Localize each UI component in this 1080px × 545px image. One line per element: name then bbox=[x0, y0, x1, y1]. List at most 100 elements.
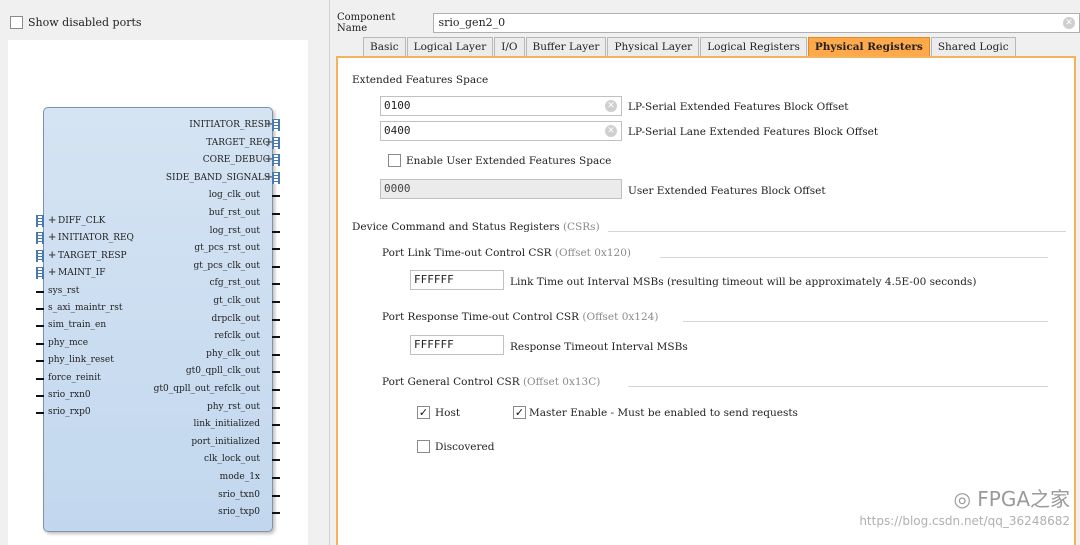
bus-port-connector[interactable] bbox=[36, 249, 44, 262]
physical-registers-panel: Extended Features Space 0100 ✕ LP-Serial… bbox=[336, 56, 1076, 545]
port-connector[interactable] bbox=[272, 318, 280, 321]
bus-port-connector[interactable] bbox=[36, 267, 44, 280]
plus-icon[interactable]: + bbox=[48, 215, 56, 226]
port-connector[interactable] bbox=[36, 377, 44, 380]
port-connector[interactable] bbox=[36, 360, 44, 363]
resp-timeout-input[interactable]: FFFFFF bbox=[410, 335, 504, 355]
clear-icon[interactable]: ✕ bbox=[605, 125, 617, 137]
port-connector[interactable] bbox=[272, 248, 280, 251]
show-disabled-ports-option[interactable]: Show disabled ports bbox=[10, 16, 142, 29]
port-connector[interactable] bbox=[272, 265, 280, 268]
divider bbox=[660, 257, 1048, 258]
link-timeout-input[interactable]: FFFFFF bbox=[410, 270, 504, 290]
port-label: drpclk_out bbox=[211, 313, 260, 324]
show-disabled-ports-label: Show disabled ports bbox=[28, 16, 142, 29]
port-label: gt_pcs_clk_out bbox=[193, 260, 260, 271]
port-connector[interactable] bbox=[272, 389, 280, 391]
port-connector[interactable] bbox=[272, 512, 280, 515]
check-icon: ✓ bbox=[514, 406, 525, 419]
resp-timeout-label: Response Timeout Interval MSBs bbox=[510, 341, 688, 353]
tab-logical-registers[interactable]: Logical Registers bbox=[700, 37, 807, 56]
port-label: log_clk_out bbox=[208, 190, 260, 201]
port-connector[interactable] bbox=[272, 371, 280, 374]
port-connector[interactable] bbox=[272, 213, 280, 215]
port-connector[interactable] bbox=[272, 424, 280, 427]
component-name-value: srio_gen2_0 bbox=[438, 16, 506, 29]
port-connector[interactable] bbox=[272, 459, 280, 462]
port-connector[interactable] bbox=[272, 353, 280, 356]
port-connector[interactable] bbox=[272, 195, 280, 198]
host-checkbox[interactable]: ✓ bbox=[417, 406, 430, 419]
port-connector[interactable] bbox=[272, 336, 280, 339]
port-connector[interactable] bbox=[272, 406, 280, 409]
port-connector[interactable] bbox=[36, 342, 44, 345]
port-label: INITIATOR_REQ bbox=[58, 233, 134, 244]
port-connector[interactable] bbox=[272, 283, 280, 286]
host-label: Host bbox=[435, 406, 461, 419]
port-connector[interactable] bbox=[36, 395, 44, 397]
user-ext-offset-input[interactable]: 0000 bbox=[380, 179, 622, 199]
tab-logical-layer[interactable]: Logical Layer bbox=[406, 37, 494, 56]
tab-bar: Basic Logical Layer I/O Buffer Layer Phy… bbox=[363, 37, 1016, 56]
tab-buffer-layer[interactable]: Buffer Layer bbox=[525, 37, 607, 56]
port-connector[interactable] bbox=[272, 441, 280, 444]
port-label: link_initialized bbox=[193, 419, 260, 430]
port-label: srio_rxn0 bbox=[48, 390, 91, 400]
bus-port-connector[interactable] bbox=[36, 232, 44, 245]
lp-serial-offset-label: LP-Serial Extended Features Block Offset bbox=[628, 101, 849, 113]
port-connector[interactable] bbox=[36, 325, 44, 328]
enable-user-ext-checkbox[interactable] bbox=[388, 154, 401, 167]
clear-icon[interactable]: ✕ bbox=[605, 100, 617, 112]
master-enable-checkbox[interactable]: ✓ bbox=[513, 406, 526, 419]
plus-icon[interactable]: + bbox=[48, 232, 56, 243]
lp-lane-offset-value: 0400 bbox=[384, 124, 411, 137]
port-label: INITIATOR_RESP bbox=[189, 120, 270, 130]
port-label: port_initialized bbox=[191, 436, 260, 447]
plus-icon[interactable]: + bbox=[48, 267, 56, 278]
divider bbox=[608, 231, 1066, 232]
tab-io[interactable]: I/O bbox=[494, 37, 525, 56]
discovered-checkbox[interactable] bbox=[417, 440, 430, 453]
lp-serial-offset-input[interactable]: 0100 ✕ bbox=[380, 96, 622, 116]
host-option[interactable]: ✓ Host bbox=[417, 406, 460, 419]
port-label: TARGET_REQ bbox=[206, 137, 270, 148]
port-label: gt_pcs_rst_out bbox=[194, 243, 260, 254]
bus-port-connector[interactable] bbox=[272, 136, 280, 149]
port-label: force_reinit bbox=[48, 372, 101, 383]
bus-port-connector[interactable] bbox=[36, 215, 44, 227]
bus-port-connector[interactable] bbox=[272, 154, 280, 167]
bus-port-connector[interactable] bbox=[272, 119, 280, 131]
port-connector[interactable] bbox=[272, 230, 280, 233]
port-connector[interactable] bbox=[272, 494, 280, 497]
component-name-label: Component Name bbox=[337, 12, 396, 34]
tab-physical-layer[interactable]: Physical Layer bbox=[607, 37, 700, 56]
tab-physical-registers[interactable]: Physical Registers bbox=[807, 37, 930, 56]
resp-timeout-title: Port Response Time-out Control CSR (Offs… bbox=[382, 311, 658, 323]
ip-block-symbol[interactable]: INITIATOR_RESP + TARGET_REQ + CORE_DEBUG + SID… bbox=[36, 107, 280, 532]
plus-icon[interactable]: + bbox=[48, 250, 56, 261]
bus-port-connector[interactable] bbox=[272, 171, 280, 184]
show-disabled-ports-checkbox[interactable] bbox=[10, 16, 23, 29]
port-connector[interactable] bbox=[272, 477, 280, 479]
watermark-logo-text: FPGA之家 bbox=[977, 487, 1070, 511]
port-connector[interactable] bbox=[36, 412, 44, 415]
port-label: phy_rst_out bbox=[206, 401, 260, 412]
port-connector[interactable] bbox=[36, 290, 44, 293]
component-name-input[interactable]: srio_gen2_0 ✕ bbox=[433, 13, 1080, 33]
port-label: s_axi_maintr_rst bbox=[48, 303, 123, 313]
port-connector[interactable] bbox=[36, 308, 44, 310]
lp-lane-offset-input[interactable]: 0400 ✕ bbox=[380, 121, 622, 141]
port-connector[interactable] bbox=[272, 301, 280, 303]
port-label: clk_lock_out bbox=[204, 454, 260, 465]
enable-user-ext-option[interactable]: Enable User Extended Features Space bbox=[388, 154, 611, 167]
master-enable-option[interactable]: ✓ Master Enable - Must be enabled to sen… bbox=[513, 406, 798, 419]
enable-user-ext-label: Enable User Extended Features Space bbox=[406, 154, 612, 167]
clear-icon[interactable]: ✕ bbox=[1063, 17, 1075, 29]
tab-shared-logic[interactable]: Shared Logic bbox=[930, 37, 1016, 56]
watermark-logo: ◎ FPGA之家 bbox=[859, 483, 1070, 512]
lp-lane-offset-label: LP-Serial Lane Extended Features Block O… bbox=[628, 126, 879, 138]
port-label: refclk_out bbox=[214, 331, 260, 342]
discovered-option[interactable]: Discovered bbox=[417, 440, 494, 453]
tab-basic[interactable]: Basic bbox=[363, 37, 406, 56]
port-label: SIDE_BAND_SIGNALS bbox=[165, 172, 270, 183]
